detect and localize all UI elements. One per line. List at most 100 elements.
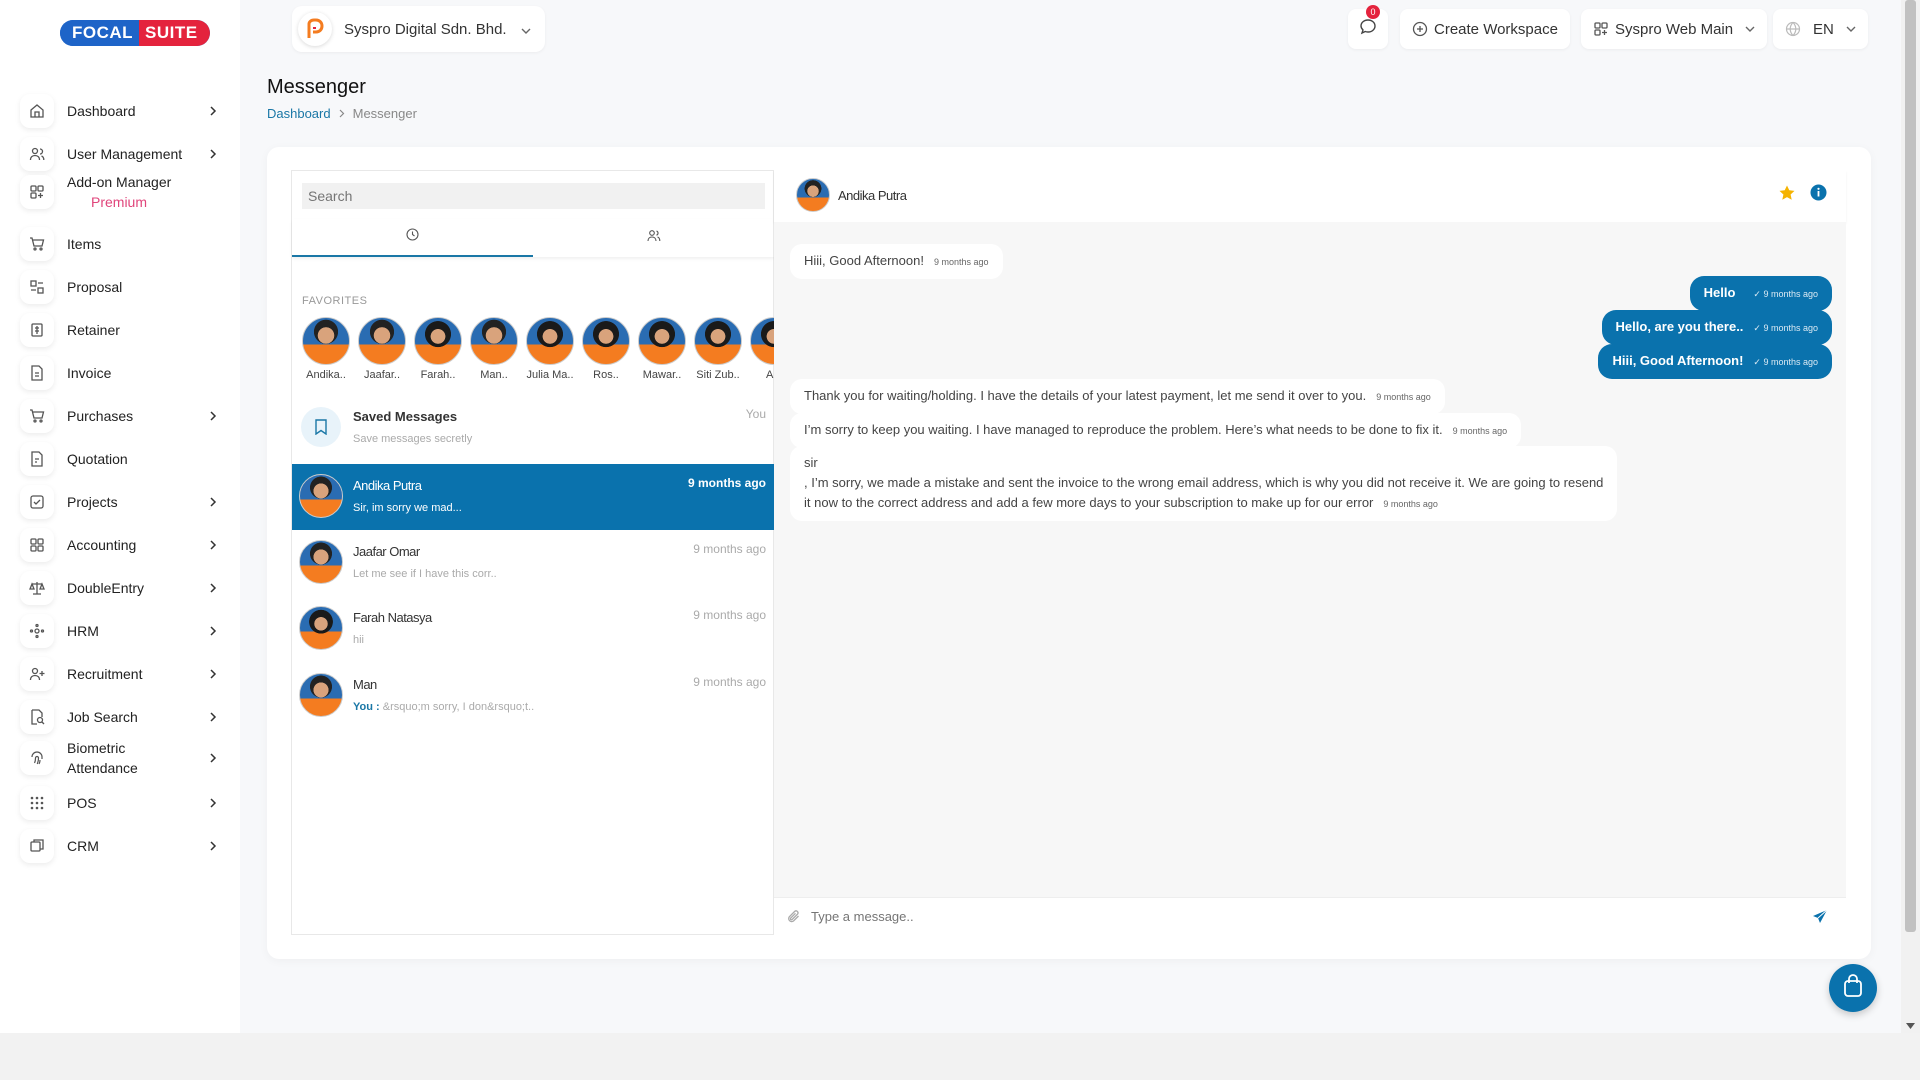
favorite-name: Siti Zub.. bbox=[696, 369, 740, 381]
sidebar-item-accounting[interactable]: Accounting bbox=[20, 528, 220, 562]
sidebar-item-quotation[interactable]: Quotation bbox=[20, 442, 220, 476]
sidebar-item-biometric-attendance[interactable]: Biometric Attendance bbox=[20, 738, 220, 778]
messages-button[interactable]: 0 bbox=[1348, 5, 1388, 49]
chevron-right-icon bbox=[206, 540, 220, 550]
sidebar-item-projects[interactable]: Projects bbox=[20, 485, 220, 519]
message-outgoing: Hello, are you there.. ✓ 9 months ago bbox=[1601, 310, 1832, 345]
message-text-line3: it now to the correct address and add a … bbox=[804, 495, 1374, 510]
contact-name: Man bbox=[353, 677, 377, 692]
sidebar-item-items[interactable]: Items bbox=[20, 227, 220, 261]
page-scrollbar[interactable] bbox=[1901, 0, 1920, 1033]
language-label: EN bbox=[1813, 20, 1834, 38]
chevron-right-icon bbox=[339, 106, 345, 121]
language-selector[interactable]: EN bbox=[1773, 9, 1868, 49]
message-incoming: Hiii, Good Afternoon! 9 months ago bbox=[790, 244, 1003, 279]
message-time: ✓ 9 months ago bbox=[1753, 323, 1818, 333]
message-text: Hello bbox=[1703, 285, 1736, 300]
contact-preview: Sir, im sorry we mad... bbox=[353, 502, 462, 514]
tab-contacts[interactable] bbox=[533, 219, 774, 257]
favorite-contact[interactable]: Julia Ma.. bbox=[526, 317, 574, 387]
premium-tag: Premium bbox=[91, 194, 148, 210]
sidebar-item-retainer[interactable]: Retainer bbox=[20, 313, 220, 347]
workspace-name: Syspro Web Main bbox=[1615, 20, 1734, 38]
message-outgoing: Hello ✓ 9 months ago bbox=[1689, 276, 1832, 311]
bookmark-icon bbox=[301, 407, 341, 447]
sidebar-item-recruitment[interactable]: Recruitment bbox=[20, 657, 220, 691]
sidebar-item-purchases[interactable]: Purchases bbox=[20, 399, 220, 433]
chat-contact-name[interactable]: Andika Putra bbox=[838, 188, 907, 203]
sidebar-item-job-search[interactable]: Job Search bbox=[20, 700, 220, 734]
fingerprint-icon bbox=[20, 741, 54, 775]
retainer-icon bbox=[20, 313, 54, 347]
chevron-down-icon bbox=[1846, 26, 1856, 32]
sidebar-item-label-line2: Attendance bbox=[67, 760, 138, 776]
breadcrumb-home[interactable]: Dashboard bbox=[267, 106, 331, 121]
favorite-contact[interactable]: Siti Zub.. bbox=[694, 317, 742, 387]
message-input[interactable] bbox=[811, 909, 1812, 924]
sidebar-item-doubleentry[interactable]: DoubleEntry bbox=[20, 571, 220, 605]
favorite-contact[interactable]: Farah.. bbox=[414, 317, 462, 387]
message-incoming: I’m sorry to keep you waiting. I have ma… bbox=[790, 413, 1522, 448]
sidebar-item-dashboard[interactable]: Dashboard bbox=[20, 94, 220, 128]
avatar bbox=[414, 317, 462, 365]
favorite-contact[interactable]: Andika.. bbox=[302, 317, 350, 387]
contacts-panel: FAVORITES Andika.. Jaafar.. Farah.. Man.… bbox=[291, 170, 774, 935]
sidebar-item-label: POS bbox=[67, 795, 97, 811]
company-selector[interactable]: Syspro Digital Sdn. Bhd. bbox=[292, 6, 545, 52]
favorite-contact[interactable]: Jaafar.. bbox=[358, 317, 406, 387]
sidebar-item-label: Invoice bbox=[67, 365, 112, 381]
paperclip-icon[interactable] bbox=[786, 909, 801, 924]
workspace-selector[interactable]: Syspro Web Main bbox=[1581, 9, 1768, 49]
contact-preview: hii bbox=[353, 634, 365, 646]
scrollbar-thumb[interactable] bbox=[1905, 0, 1916, 932]
favorite-name: Farah.. bbox=[420, 369, 456, 381]
sidebar-item-invoice[interactable]: Invoice bbox=[20, 356, 220, 390]
contact-item[interactable]: Man You : &rsquo;m sorry, I don&rsquo;t.… bbox=[292, 663, 774, 729]
star-icon[interactable] bbox=[1778, 184, 1796, 207]
contact-item[interactable]: Farah Natasya hii 9 months ago bbox=[292, 596, 774, 662]
sidebar-item-label-wrap: Add-on Manager Premium bbox=[67, 172, 220, 212]
message-text-line1: sir bbox=[804, 455, 818, 470]
favorite-contact[interactable]: Ain bbox=[750, 317, 774, 387]
favorite-name: Ros.. bbox=[593, 369, 619, 381]
info-icon[interactable] bbox=[1810, 184, 1827, 206]
brand-logo[interactable]: FOCAL SUITE bbox=[60, 20, 210, 46]
sidebar-item-hrm[interactable]: HRM bbox=[20, 614, 220, 648]
favorite-name: Julia Ma.. bbox=[526, 369, 574, 381]
sidebar-item-label: Recruitment bbox=[67, 666, 143, 682]
favorite-contact[interactable]: Ros.. bbox=[582, 317, 630, 387]
scroll-down-icon[interactable] bbox=[1906, 1023, 1915, 1029]
send-icon[interactable] bbox=[1812, 909, 1828, 925]
sidebar-item-pos[interactable]: POS bbox=[20, 786, 220, 820]
message-text: Hiii, Good Afternoon! bbox=[804, 253, 924, 268]
avatar[interactable] bbox=[796, 178, 830, 212]
contact-item[interactable]: Andika Putra Sir, im sorry we mad... 9 m… bbox=[292, 464, 774, 530]
crm-icon bbox=[20, 829, 54, 863]
sidebar-item-crm[interactable]: CRM bbox=[20, 829, 220, 863]
tab-recent[interactable] bbox=[292, 219, 533, 257]
contact-preview: &rsquo;m sorry, I don&rsquo;t.. bbox=[382, 701, 535, 713]
create-workspace-button[interactable]: Create Workspace bbox=[1400, 9, 1570, 49]
favorite-contact[interactable]: Man.. bbox=[470, 317, 518, 387]
chevron-right-icon bbox=[206, 583, 220, 593]
plus-circle-icon bbox=[1412, 21, 1428, 37]
sidebar-item-user-management[interactable]: User Management bbox=[20, 137, 220, 171]
sidebar-item-addon-manager[interactable]: Add-on Manager Premium bbox=[20, 172, 220, 212]
chat-header: Andika Putra bbox=[774, 170, 1846, 222]
quotation-icon bbox=[20, 442, 54, 476]
cart-button[interactable] bbox=[1829, 964, 1877, 1012]
favorite-name: Andika.. bbox=[306, 369, 346, 381]
chat-messages: Hiii, Good Afternoon! 9 months ago Hello ✓… bbox=[774, 222, 1846, 897]
breadcrumb-current: Messenger bbox=[352, 106, 417, 121]
chevron-right-icon bbox=[206, 411, 220, 421]
message-incoming: sir , I’m sorry, we made a mistake and s… bbox=[790, 446, 1618, 521]
sidebar-item-label: Quotation bbox=[67, 451, 128, 467]
sidebar-item-label: HRM bbox=[67, 623, 99, 639]
globe-icon bbox=[1785, 21, 1801, 37]
search-input[interactable] bbox=[302, 183, 765, 209]
favorite-contact[interactable]: Mawar.. bbox=[638, 317, 686, 387]
saved-messages[interactable]: Saved Messages Save messages secretly Yo… bbox=[292, 395, 774, 461]
message-text: I’m sorry to keep you waiting. I have ma… bbox=[804, 422, 1443, 437]
contact-item[interactable]: Jaafar Omar Let me see if I have this co… bbox=[292, 530, 774, 596]
sidebar-item-proposal[interactable]: Proposal bbox=[20, 270, 220, 304]
